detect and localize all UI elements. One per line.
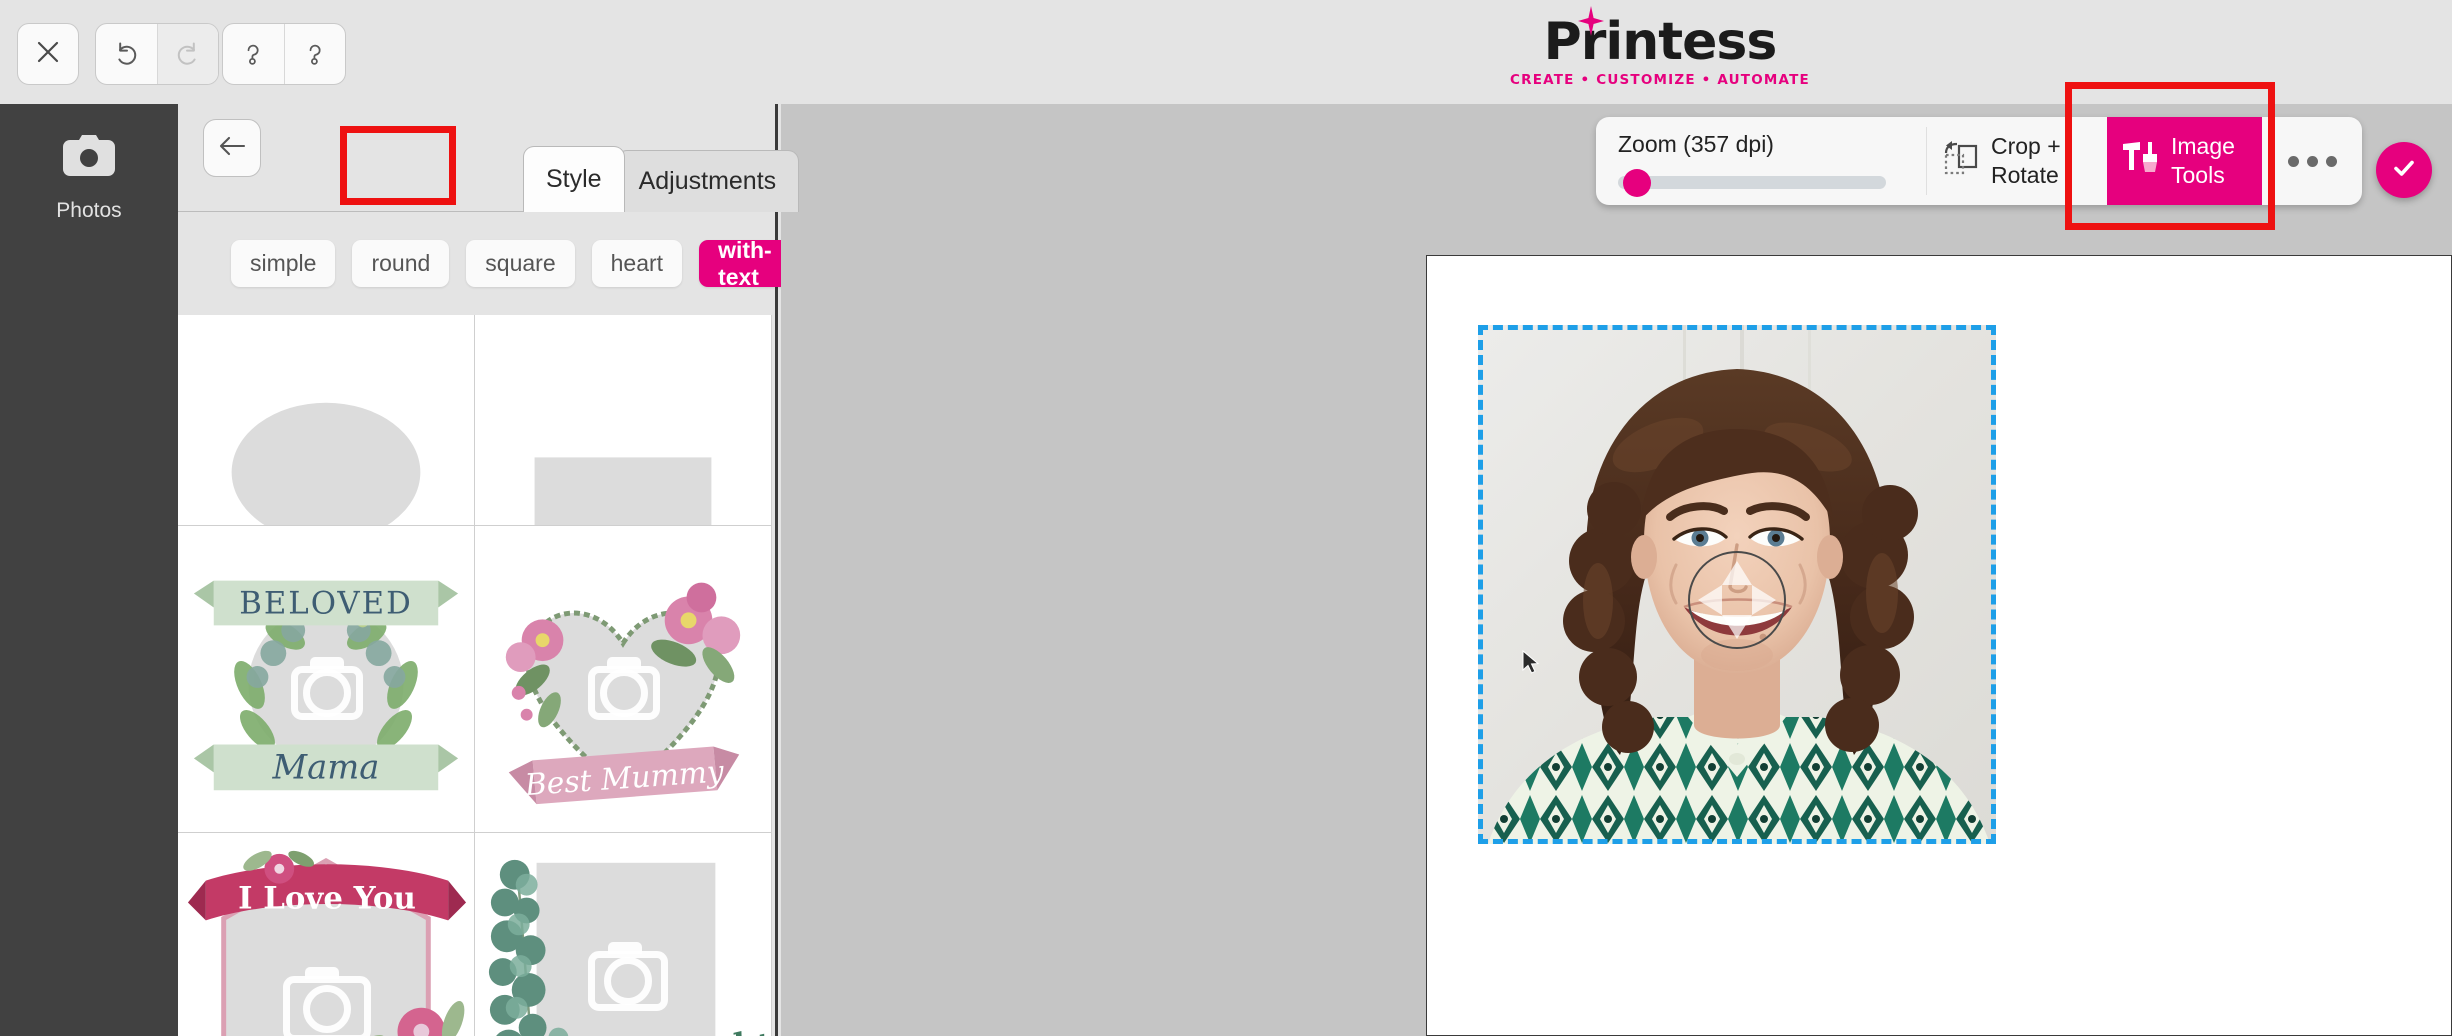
style-panel: Style Adjustments simple round square he… xyxy=(178,104,800,1036)
image-toolbar: Zoom (357 dpi) Crop + Rotate Image Tools xyxy=(1596,117,2362,205)
crop-rotate-label: Crop + Rotate xyxy=(1991,133,2061,188)
template-thumb-best-mummy[interactable]: Best Mummy xyxy=(474,525,772,833)
confirm-button[interactable] xyxy=(2376,142,2432,198)
app-logo: Printess CREATE • CUSTOMIZE • AUTOMATE xyxy=(1510,6,1810,92)
sidebar-item-label: Photos xyxy=(56,199,122,222)
photo-placeholder-icon xyxy=(588,942,668,1011)
logo-tagline: CREATE • CUSTOMIZE • AUTOMATE xyxy=(1510,72,1810,88)
chip-label: with-text xyxy=(718,236,772,290)
template-grid: BELOVED Mama Best Mummy I Love You xyxy=(178,315,775,1036)
redo-button[interactable] xyxy=(156,24,218,84)
template-grid-scroll[interactable]: BELOVED Mama Best Mummy I Love You xyxy=(178,315,775,1036)
template-thumb[interactable] xyxy=(178,315,475,526)
zoom-control: Zoom (357 dpi) xyxy=(1596,117,1926,205)
zoom-slider-thumb[interactable] xyxy=(1623,169,1651,197)
undo-icon xyxy=(111,39,141,69)
chip-label: square xyxy=(485,250,556,276)
check-icon xyxy=(2389,153,2419,188)
image-tools-button[interactable]: Image Tools xyxy=(2107,117,2262,205)
zoom-label: Zoom (357 dpi) xyxy=(1618,131,1774,157)
chip-label: simple xyxy=(250,250,317,276)
left-sidebar: Photos xyxy=(0,104,178,1036)
redo-icon xyxy=(173,39,203,69)
back-button[interactable] xyxy=(203,119,261,177)
help-tutorial-button[interactable] xyxy=(283,24,345,84)
tab-style-label: Style xyxy=(546,165,602,193)
chip-square[interactable]: square xyxy=(466,240,575,287)
arrow-left-icon xyxy=(217,134,247,163)
image-tools-label: Image Tools xyxy=(2171,133,2235,188)
panel-header: Style Adjustments xyxy=(178,104,800,212)
question-mark-icon xyxy=(301,40,329,68)
more-options-button[interactable] xyxy=(2262,117,2362,205)
zoom-slider-track xyxy=(1618,176,1886,189)
selected-image-frame[interactable] xyxy=(1478,325,1996,844)
chip-round[interactable]: round xyxy=(352,240,450,287)
ellipsis-icon xyxy=(2287,155,2337,167)
mouse-pointer-icon xyxy=(1522,649,1542,681)
close-button[interactable] xyxy=(17,23,79,85)
zoom-slider[interactable] xyxy=(1618,169,1904,197)
hammer-brush-icon xyxy=(2121,138,2163,185)
crop-rotate-icon xyxy=(1941,138,1981,185)
template-thumb[interactable] xyxy=(474,315,772,526)
tab-style[interactable]: Style xyxy=(523,146,625,212)
svg-text:I Love You: I Love You xyxy=(238,880,416,916)
top-bar: Printess CREATE • CUSTOMIZE • AUTOMATE xyxy=(0,0,2452,104)
chip-label: round xyxy=(371,250,431,276)
close-icon xyxy=(35,39,61,70)
photo-placeholder-icon xyxy=(588,657,660,720)
logo-wordmark: Printess xyxy=(1543,12,1778,72)
chip-heart[interactable]: heart xyxy=(591,240,683,287)
sidebar-item-photos[interactable]: Photos xyxy=(0,104,178,223)
template-thumb-beloved-daddy[interactable]: Beloved Daddy xyxy=(474,832,772,1036)
template-thumb-i-love-you[interactable]: I Love You xyxy=(178,832,475,1036)
camera-icon xyxy=(61,135,117,182)
move-four-arrows-icon[interactable] xyxy=(1688,550,1786,649)
photo-placeholder-icon xyxy=(283,967,371,1036)
chip-simple[interactable]: simple xyxy=(231,240,336,287)
panel-tabs: Style Adjustments xyxy=(523,134,800,212)
style-filter-chips: simple round square heart with-text xyxy=(178,212,791,315)
svg-text:BELOVED: BELOVED xyxy=(239,585,413,621)
svg-text:Mama: Mama xyxy=(272,747,380,786)
frame-partial-art xyxy=(178,315,474,525)
tab-adjustments-label: Adjustments xyxy=(638,167,777,195)
help-button[interactable] xyxy=(223,24,284,84)
question-mark-icon xyxy=(239,40,267,68)
photo-placeholder-icon xyxy=(291,657,363,720)
crop-rotate-button[interactable]: Crop + Rotate xyxy=(1927,117,2107,205)
tab-adjustments[interactable]: Adjustments xyxy=(615,150,800,212)
undo-redo-group xyxy=(95,23,219,85)
chip-with-text[interactable]: with-text xyxy=(699,237,791,290)
frame-partial-art xyxy=(475,315,771,525)
undo-button[interactable] xyxy=(96,24,157,84)
help-group xyxy=(222,23,346,85)
chip-label: heart xyxy=(610,250,664,276)
template-thumb-beloved-mama[interactable]: BELOVED Mama xyxy=(178,525,475,833)
